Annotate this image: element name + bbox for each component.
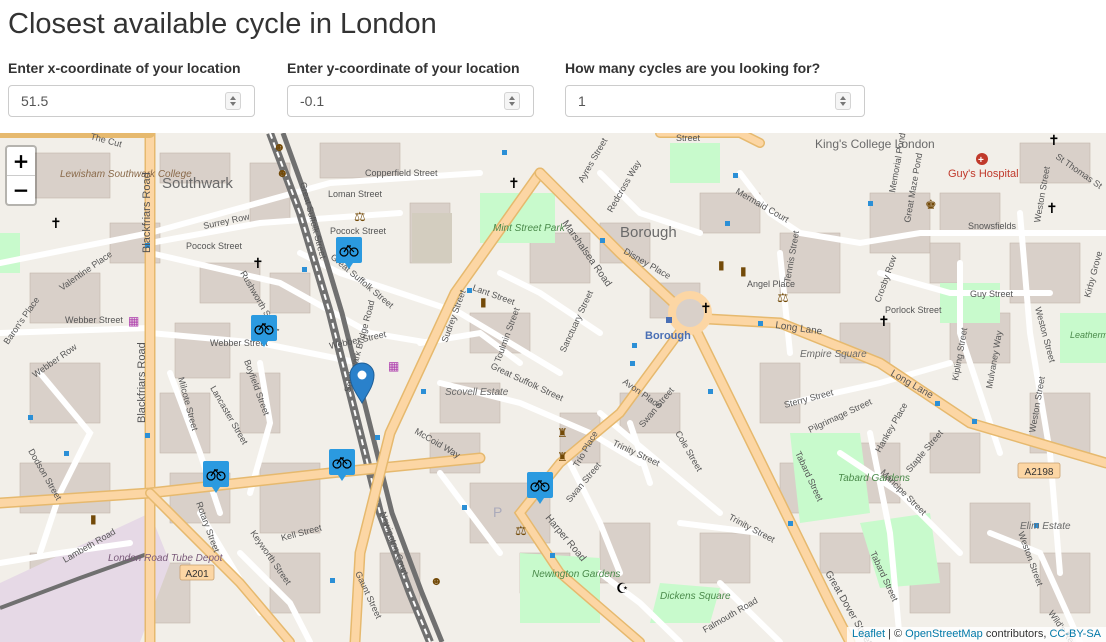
mint-street-area: [412, 213, 452, 263]
station-icon: [666, 317, 672, 323]
blackfriars-road-label: Blackfriars Road: [136, 342, 148, 423]
mosque-icon: ☪: [616, 580, 629, 596]
street-label: Leathermarket Gar: [1070, 330, 1106, 340]
svg-text:+: +: [978, 155, 984, 166]
a201-shield: A201: [185, 569, 209, 580]
dickens-square-label: Dickens Square: [660, 591, 731, 602]
parking-label: P: [493, 504, 502, 520]
borough-station-label: Borough: [645, 330, 691, 342]
zoom-in-button[interactable]: +: [7, 147, 35, 175]
church-icon: ✝: [1046, 200, 1058, 216]
statue-icon: ♜: [557, 426, 568, 440]
law-icon: ⚖: [515, 523, 527, 538]
license-link[interactable]: CC-BY-SA: [1049, 628, 1101, 640]
church-icon: ✝: [878, 313, 890, 329]
kings-college-label: King's College London: [815, 137, 935, 151]
borough-area-label: Borough: [620, 224, 677, 241]
attribution-sep: | ©: [885, 628, 906, 640]
street-label: Snowsfields: [968, 221, 1017, 231]
street-label: Pocock Street: [330, 226, 387, 236]
attribution-contrib: contributors,: [982, 628, 1050, 640]
street-label: Porlock Street: [885, 305, 942, 315]
street-label: Sanctuary Street: [558, 288, 596, 353]
theatre-icon: ☻: [276, 166, 289, 180]
college-label: Lewisham Southwark College: [60, 169, 192, 180]
street-label: Street: [676, 133, 701, 143]
zoom-control: + −: [5, 145, 37, 206]
x-coordinate-field: Enter x-coordinate of your location: [8, 60, 255, 117]
x-coordinate-box: [8, 85, 255, 117]
statue-icon: ♜: [557, 450, 568, 464]
y-coordinate-input[interactable]: [300, 93, 490, 109]
church-icon: ✝: [1048, 133, 1060, 148]
a2198-shield: A2198: [1025, 467, 1054, 478]
street-label: Copperfield Street: [365, 168, 438, 178]
x-coordinate-label: Enter x-coordinate of your location: [8, 60, 241, 76]
decrement-icon[interactable]: [509, 102, 515, 106]
cycle-count-field: How many cycles are you looking for?: [565, 60, 865, 117]
attribution: Leaflet | © OpenStreetMap contributors, …: [846, 627, 1106, 642]
increment-icon[interactable]: [840, 96, 846, 100]
empire-square-label: Empire Square: [800, 349, 867, 360]
map[interactable]: A201 A2198 Southwark Borough King's Coll…: [0, 133, 1106, 642]
y-coordinate-box: [287, 85, 534, 117]
map-tiles: A201 A2198 Southwark Borough King's Coll…: [0, 133, 1106, 642]
newington-gardens-label: Newington Gardens: [532, 569, 620, 580]
street-label: Cole Street: [673, 429, 704, 473]
library-icon: ▮: [90, 512, 97, 526]
street-label: Guy Street: [970, 289, 1014, 299]
mint-street-park-label: Mint Street Park: [493, 223, 566, 234]
cycle-count-box: [565, 85, 865, 117]
elim-estate-label: Elim Estate: [1020, 521, 1071, 532]
street-label: Kirby Grove: [1082, 250, 1104, 298]
church-icon: ✝: [252, 255, 264, 271]
cycle-count-input[interactable]: [578, 93, 768, 109]
page-title: Closest available cycle in London: [8, 8, 437, 40]
zoom-out-button[interactable]: −: [7, 175, 35, 204]
law-icon: ⚖: [354, 209, 366, 224]
y-coordinate-field: Enter y-coordinate of your location: [287, 60, 534, 117]
theatre-icon: ☻: [273, 140, 286, 154]
cycle-count-label: How many cycles are you looking for?: [565, 60, 821, 76]
blackfriars-road-label: Blackfriars Road: [141, 172, 153, 253]
church-icon: ✝: [50, 215, 62, 231]
library-icon: ▮: [480, 295, 487, 309]
guys-hospital-label: Guy's Hospital: [948, 168, 1019, 180]
library-icon: ▮: [718, 258, 725, 272]
street-label: Loman Street: [328, 189, 383, 199]
x-coordinate-stepper[interactable]: [225, 92, 241, 110]
scovell-label: Scovell Estate: [445, 387, 509, 398]
street-label: Pilgrimage Street: [807, 396, 874, 434]
y-coordinate-label: Enter y-coordinate of your location: [287, 60, 520, 76]
depot-label: London Road Tube Depot: [108, 553, 224, 564]
osm-link[interactable]: OpenStreetMap: [905, 628, 983, 640]
shop-icon: ▦: [128, 314, 139, 328]
street-label: Lant Street: [471, 282, 516, 307]
shop-icon: ▦: [388, 359, 399, 373]
cycle-count-stepper[interactable]: [835, 92, 851, 110]
church-icon: ✝: [508, 175, 520, 191]
increment-icon[interactable]: [509, 96, 515, 100]
decrement-icon[interactable]: [230, 102, 236, 106]
y-coordinate-stepper[interactable]: [504, 92, 520, 110]
decrement-icon[interactable]: [840, 102, 846, 106]
library-icon: ▮: [740, 264, 747, 278]
street-label: Webber Street: [65, 315, 123, 325]
increment-icon[interactable]: [230, 96, 236, 100]
x-coordinate-input[interactable]: [21, 93, 211, 109]
street-label: Pocock Street: [186, 241, 243, 251]
leaflet-link[interactable]: Leaflet: [852, 628, 885, 640]
theatre-icon: ☻: [430, 574, 443, 588]
law-icon: ⚖: [777, 290, 789, 305]
trophy-icon: ♚: [925, 197, 937, 212]
church-icon: ✝: [700, 300, 712, 316]
